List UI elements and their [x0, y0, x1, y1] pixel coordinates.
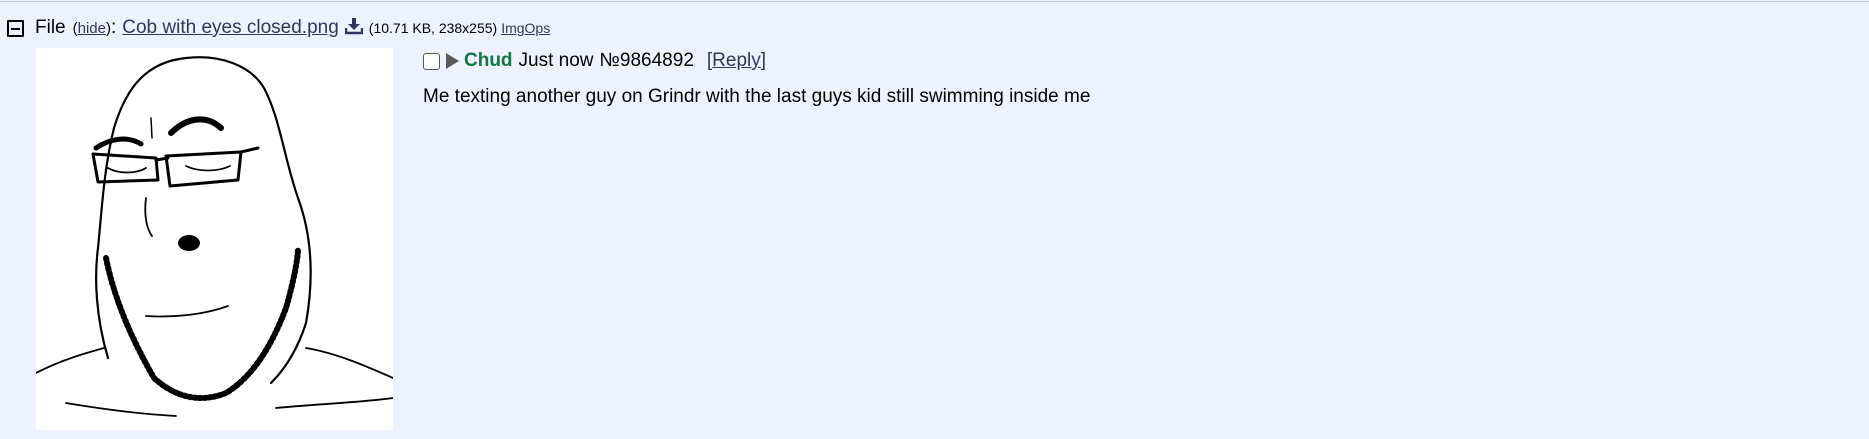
post-message: Me texting another guy on Grindr with th… — [423, 86, 1091, 107]
poster-name: Chud — [464, 50, 513, 71]
post-select-checkbox[interactable] — [423, 52, 440, 70]
reply-wrapper: [Reply] — [706, 50, 767, 71]
reply-link[interactable]: Reply — [712, 50, 761, 71]
post-number[interactable]: №9864892 — [600, 50, 694, 72]
top-divider — [0, 1, 1869, 2]
post-time: Just now — [518, 50, 594, 71]
minus-box-icon[interactable] — [7, 19, 24, 37]
file-label: File — [35, 17, 66, 38]
hide-link[interactable]: hide — [78, 20, 106, 37]
post-image-thumbnail[interactable] — [35, 48, 394, 430]
download-icon[interactable] — [344, 17, 363, 40]
file-info-row: File (hide) : Cob with eyes closed.png (… — [7, 17, 550, 39]
file-name-link[interactable]: Cob with eyes closed.png — [122, 17, 339, 39]
triangle-right-icon[interactable] — [446, 53, 459, 69]
file-meta: (10.71 KB, 238x255) — [368, 20, 498, 36]
imgops-link[interactable]: ImgOps — [501, 20, 550, 36]
hide-wrapper: (hide) — [72, 19, 111, 37]
post-header: Chud Just now №9864892 [Reply] — [423, 48, 766, 74]
colon-separator: : — [110, 17, 117, 38]
